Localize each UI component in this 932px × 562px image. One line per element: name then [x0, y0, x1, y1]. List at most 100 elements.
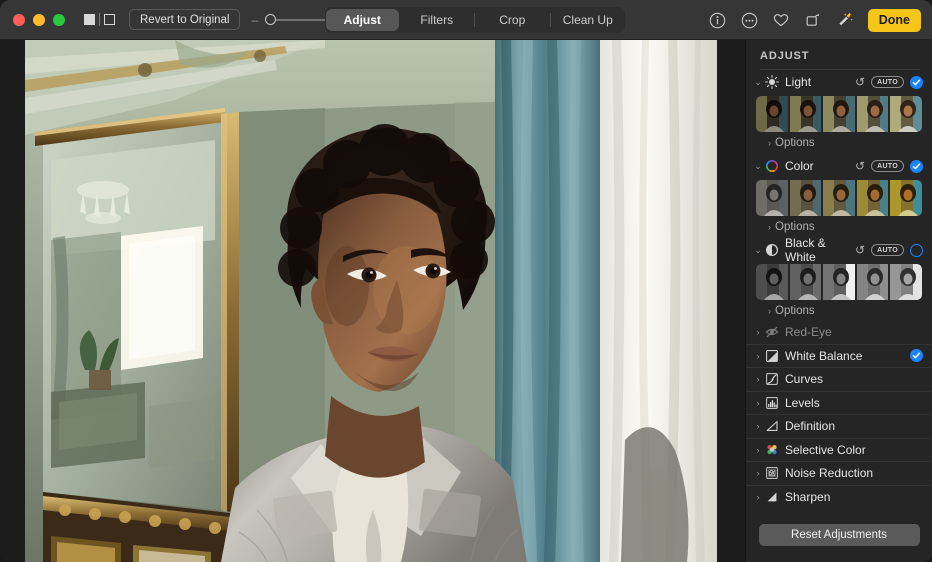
color-thumb-2[interactable] [790, 180, 822, 216]
toggle-color[interactable] [910, 160, 923, 173]
adjustment-label-levels: Levels [785, 396, 910, 410]
light-thumb-2[interactable] [790, 96, 822, 132]
color-thumb-3[interactable] [823, 180, 855, 216]
light-thumb-4[interactable] [857, 96, 889, 132]
white-balance-icon [764, 348, 780, 364]
color-wheel-icon [764, 158, 780, 174]
split-view-icon[interactable] [84, 14, 95, 25]
toggle-selective-color[interactable] [910, 443, 923, 456]
light-thumb-5[interactable] [890, 96, 922, 132]
adjustment-row-definition[interactable]: › Definition [746, 415, 932, 439]
view-mode-toggle[interactable] [84, 13, 115, 26]
chevron-down-icon[interactable]: ⌄ [752, 245, 764, 256]
undo-icon[interactable]: ↺ [855, 75, 865, 89]
adjustment-row-red-eye[interactable]: › Red-Eye [746, 321, 932, 345]
more-options-icon[interactable] [740, 11, 759, 30]
adjustment-row-noise-reduction[interactable]: › Noise Reduction [746, 462, 932, 486]
light-thumb-1[interactable] [756, 96, 788, 132]
chevron-down-icon[interactable]: ⌄ [752, 161, 764, 172]
auto-button-color[interactable]: AUTO [871, 160, 904, 172]
toggle-curves[interactable] [910, 373, 923, 386]
minimize-button[interactable] [33, 14, 45, 26]
levels-icon [764, 395, 780, 411]
chevron-right-icon[interactable]: › [752, 398, 764, 408]
light-thumbnail-strip[interactable] [756, 96, 922, 132]
favorite-heart-icon[interactable] [772, 11, 791, 30]
tab-filters[interactable]: Filters [401, 9, 474, 31]
bw-thumb-1[interactable] [756, 264, 788, 300]
chevron-right-icon[interactable]: › [752, 351, 764, 361]
toggle-sharpen[interactable] [910, 490, 923, 503]
light-thumb-3[interactable] [823, 96, 855, 132]
info-icon[interactable] [708, 11, 727, 30]
group-header-black-and-white[interactable]: ⌄ Black & White ↺ AUTO [746, 237, 932, 263]
tab-adjust[interactable]: Adjust [326, 9, 399, 31]
zoom-slider-knob[interactable] [265, 14, 276, 25]
noise-reduction-icon [764, 465, 780, 481]
bw-thumb-2[interactable] [790, 264, 822, 300]
chevron-right-icon[interactable]: › [764, 222, 775, 232]
black-and-white-options-label: Options [775, 305, 815, 317]
adjustments-list[interactable]: ⌄ Light ↺ [746, 69, 932, 508]
chevron-right-icon[interactable]: › [764, 138, 775, 148]
adjustment-row-levels[interactable]: › Levels [746, 392, 932, 416]
toggle-white-balance[interactable] [910, 349, 923, 362]
chevron-right-icon[interactable]: › [752, 421, 764, 431]
bw-thumb-5[interactable] [890, 264, 922, 300]
adjustment-label-sharpen: Sharpen [785, 490, 910, 504]
color-thumbnail-strip[interactable] [756, 180, 922, 216]
group-header-light[interactable]: ⌄ Light ↺ [746, 69, 932, 95]
tab-crop[interactable]: Crop [476, 9, 549, 31]
adjustment-row-sharpen[interactable]: › Sharpen [746, 486, 932, 509]
adjustment-label-definition: Definition [785, 419, 910, 433]
half-circle-icon [764, 242, 780, 258]
chevron-right-icon[interactable]: › [752, 327, 764, 337]
toggle-light[interactable] [910, 76, 923, 89]
tab-filters-label: Filters [420, 13, 453, 27]
color-thumb-1[interactable] [756, 180, 788, 216]
zoom-out-label[interactable]: – [251, 14, 258, 26]
color-thumb-4[interactable] [857, 180, 889, 216]
auto-button-light[interactable]: AUTO [871, 76, 904, 88]
light-options-row[interactable]: › Options [746, 132, 932, 153]
color-thumb-5[interactable] [890, 180, 922, 216]
reset-adjustments-button[interactable]: Reset Adjustments [759, 524, 920, 546]
selective-color-icon [764, 442, 780, 458]
light-options-label: Options [775, 137, 815, 149]
done-button[interactable]: Done [868, 9, 921, 32]
black-and-white-options-row[interactable]: › Options [746, 300, 932, 321]
chevron-right-icon[interactable]: › [752, 374, 764, 384]
chevron-right-icon[interactable]: › [752, 445, 764, 455]
bw-thumb-4[interactable] [857, 264, 889, 300]
chevron-down-icon[interactable]: ⌄ [752, 77, 764, 88]
adjustment-row-selective-color[interactable]: › Selective Color [746, 439, 932, 463]
color-options-row[interactable]: › Options [746, 216, 932, 237]
auto-button-black-and-white[interactable]: AUTO [871, 244, 904, 256]
close-button[interactable] [13, 14, 25, 26]
chevron-right-icon[interactable]: › [764, 306, 775, 316]
single-view-icon[interactable] [104, 14, 115, 25]
chevron-right-icon[interactable]: › [752, 492, 764, 502]
chevron-right-icon[interactable]: › [752, 468, 764, 478]
edited-photo[interactable] [25, 40, 717, 562]
photos-edit-window: Revert to Original – + Adjust Filters Cr… [0, 0, 932, 562]
toggle-levels[interactable] [910, 396, 923, 409]
adjustment-label-white-balance: White Balance [785, 349, 910, 363]
undo-icon[interactable]: ↺ [855, 159, 865, 173]
adjustment-row-white-balance[interactable]: › White Balance [746, 345, 932, 369]
toggle-definition[interactable] [910, 420, 923, 433]
group-header-color[interactable]: ⌄ Color ↺ AUTO [746, 153, 932, 179]
toggle-black-and-white[interactable] [910, 244, 923, 257]
adjustment-row-curves[interactable]: › Curves [746, 368, 932, 392]
sidebar-footer: Reset Adjustments [746, 508, 932, 562]
zoom-window-button[interactable] [53, 14, 65, 26]
tab-clean-up[interactable]: Clean Up [552, 9, 625, 31]
black-and-white-thumbnail-strip[interactable] [756, 264, 922, 300]
toggle-red-eye[interactable] [910, 326, 923, 339]
rotate-icon[interactable] [804, 11, 823, 30]
auto-enhance-wand-icon[interactable] [836, 11, 855, 30]
undo-icon[interactable]: ↺ [855, 243, 865, 257]
revert-to-original-button[interactable]: Revert to Original [129, 9, 240, 30]
bw-thumb-3[interactable] [823, 264, 855, 300]
toggle-noise-reduction[interactable] [910, 467, 923, 480]
